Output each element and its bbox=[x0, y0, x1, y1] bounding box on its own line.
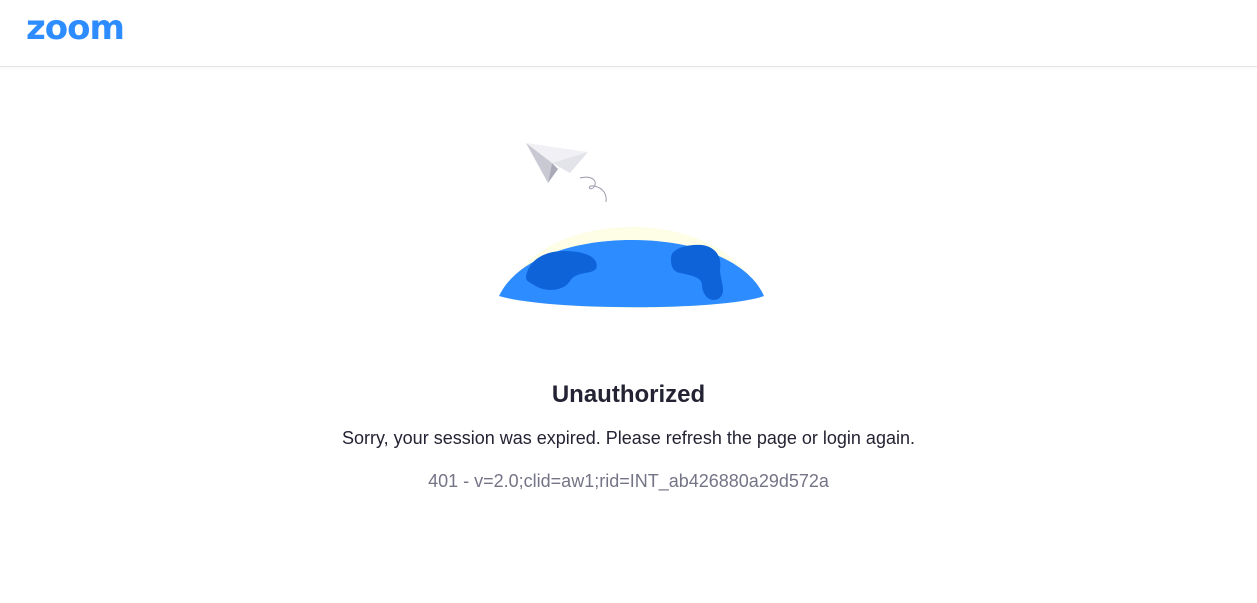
error-code: 401 - v=2.0;clid=aw1;rid=INT_ab426880a29… bbox=[428, 471, 829, 491]
top-header: zoom bbox=[0, 0, 1257, 67]
paper-plane-icon bbox=[526, 143, 607, 203]
error-illustration bbox=[490, 135, 775, 320]
error-message: Sorry, your session was expired. Please … bbox=[342, 428, 915, 448]
zoom-logo[interactable]: zoom bbox=[26, 8, 125, 48]
error-title: Unauthorized bbox=[551, 381, 706, 408]
globe-illustration bbox=[499, 143, 764, 308]
